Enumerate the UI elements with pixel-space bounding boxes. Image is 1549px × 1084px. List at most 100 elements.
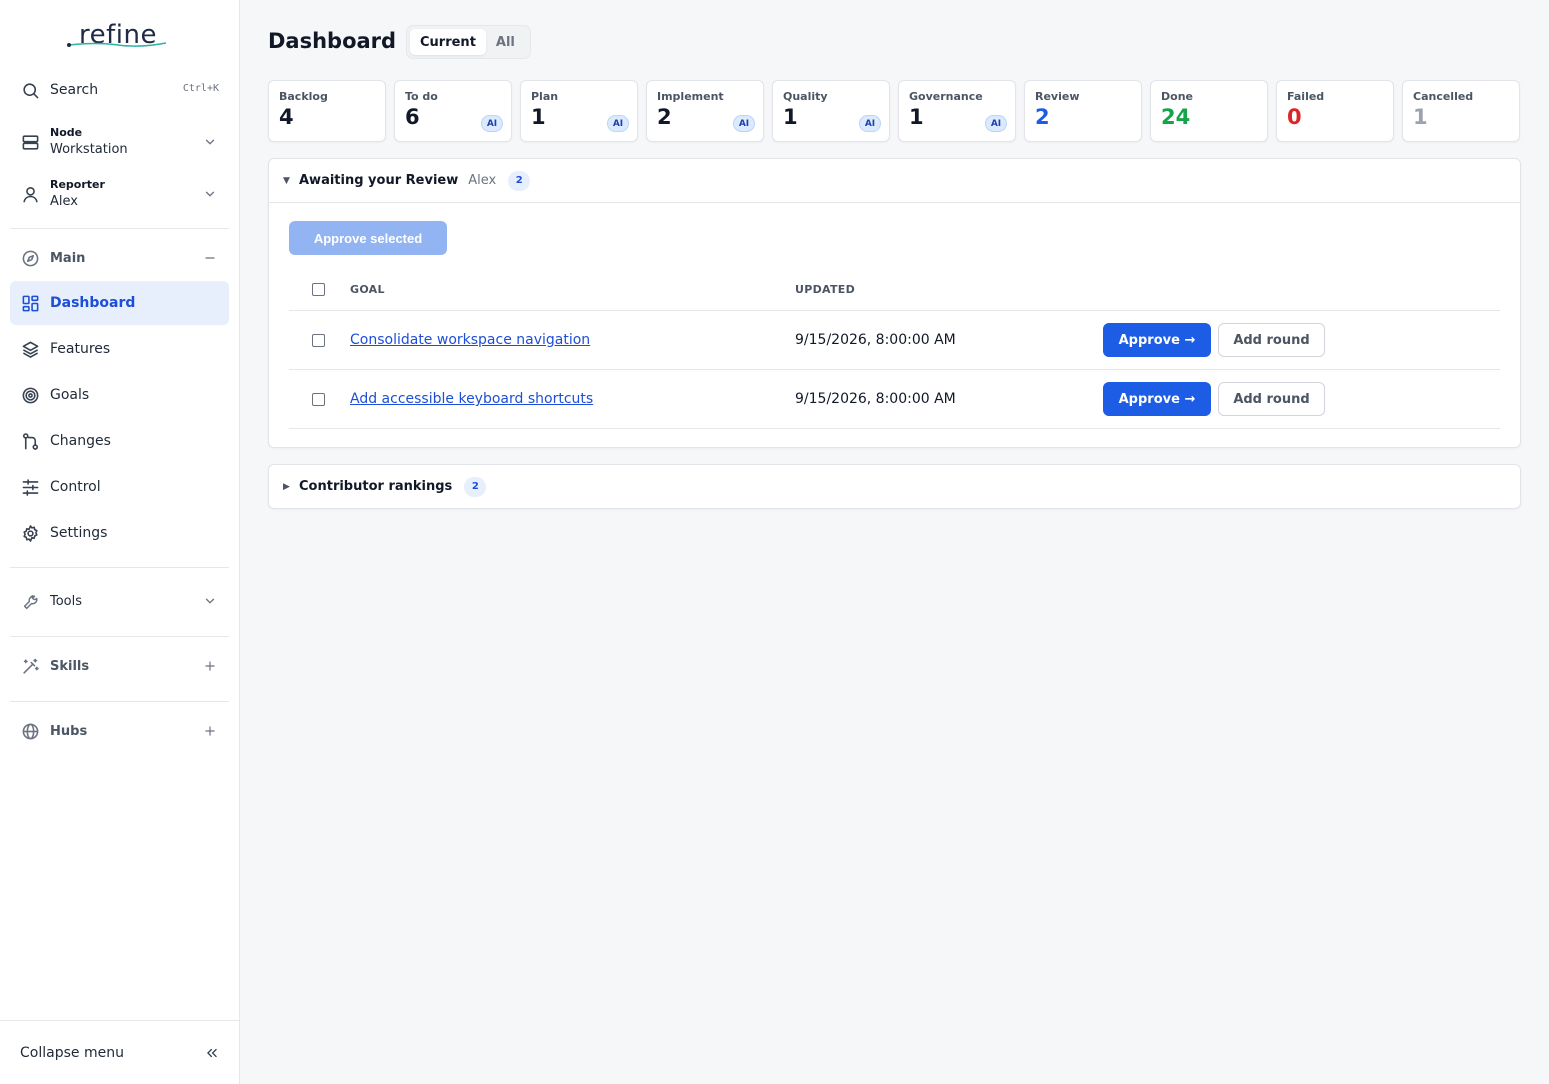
goal-link[interactable]: Add accessible keyboard shortcuts xyxy=(350,391,593,407)
sidebar: refine Search Ctrl+K Node Workstation Re… xyxy=(0,0,240,1084)
review-count-badge: 2 xyxy=(508,170,531,191)
rankings-count-badge: 2 xyxy=(464,476,487,497)
ai-badge: AI xyxy=(859,115,881,132)
row-checkbox[interactable] xyxy=(312,333,325,347)
approve-selected-button[interactable]: Approve selected xyxy=(289,221,447,255)
target-icon xyxy=(20,385,40,405)
table-header: GOAL UPDATED xyxy=(289,269,1500,311)
status-card-failed[interactable]: Failed 0 xyxy=(1276,80,1394,142)
chevron-down-icon xyxy=(205,598,215,604)
status-card-governance[interactable]: Governance 1 AI xyxy=(898,80,1016,142)
status-card-implement[interactable]: Implement 2 AI xyxy=(646,80,764,142)
server-icon xyxy=(20,132,40,152)
review-panel-header[interactable]: ▼ Awaiting your Review Alex 2 xyxy=(269,159,1520,202)
reporter-label: Reporter xyxy=(50,178,105,191)
sidebar-item-control[interactable]: Control xyxy=(10,465,229,509)
sidebar-item-changes[interactable]: Changes xyxy=(10,419,229,463)
refine-logo[interactable]: refine xyxy=(66,18,170,52)
add-round-button[interactable]: Add round xyxy=(1218,323,1325,357)
ai-badge: AI xyxy=(733,115,755,132)
status-card-plan[interactable]: Plan 1 AI xyxy=(520,80,638,142)
goal-link[interactable]: Consolidate workspace navigation xyxy=(350,332,590,348)
tools-label: Tools xyxy=(50,593,83,609)
caret-right-icon: ▶ xyxy=(283,481,290,492)
main-group-toggle[interactable]: Main xyxy=(10,245,229,271)
sidebar-item-goals[interactable]: Goals xyxy=(10,373,229,417)
git-branch-icon xyxy=(20,431,40,451)
globe-icon xyxy=(20,721,40,741)
search-button[interactable]: Search Ctrl+K xyxy=(10,77,229,103)
collapse-menu-button[interactable]: Collapse menu xyxy=(0,1020,239,1084)
divider xyxy=(10,567,229,568)
review-panel-body: Approve selected GOAL UPDATED Consolidat… xyxy=(269,202,1520,447)
status-card-label: Quality xyxy=(783,90,828,103)
magic-wand-icon xyxy=(20,656,40,676)
main-group-label: Main xyxy=(50,250,86,266)
rankings-panel-header[interactable]: ▶ Contributor rankings 2 xyxy=(269,465,1520,508)
node-label: Node xyxy=(50,126,83,139)
search-label: Search xyxy=(50,82,99,98)
sidebar-item-settings[interactable]: Settings xyxy=(10,511,229,555)
status-card-count: 1 xyxy=(1413,105,1428,129)
sidebar-item-label: Settings xyxy=(50,525,108,541)
table-row: Consolidate workspace navigation 9/15/20… xyxy=(289,311,1500,370)
review-panel: ▼ Awaiting your Review Alex 2 Approve se… xyxy=(268,158,1521,448)
add-hub-icon[interactable] xyxy=(203,724,217,738)
wrench-icon xyxy=(20,591,40,611)
approve-button[interactable]: Approve → xyxy=(1103,382,1211,416)
status-card-quality[interactable]: Quality 1 AI xyxy=(772,80,890,142)
add-round-button[interactable]: Add round xyxy=(1218,382,1325,416)
chevron-down-icon xyxy=(205,191,215,197)
skills-label: Skills xyxy=(50,658,90,674)
scope-option-all[interactable]: All xyxy=(486,29,525,55)
tools-group-toggle[interactable]: Tools xyxy=(10,588,229,614)
sidebar-item-label: Features xyxy=(50,341,111,357)
column-header-updated: UPDATED xyxy=(795,283,856,296)
status-card-count: 24 xyxy=(1161,105,1191,129)
collapse-menu-label: Collapse menu xyxy=(20,1044,124,1061)
status-card-label: Cancelled xyxy=(1413,90,1474,103)
approve-button[interactable]: Approve → xyxy=(1103,323,1211,357)
status-cards: Backlog 4 To do 6 AI Plan 1 AI Implement 2 AI Quali… xyxy=(268,80,1520,142)
status-card-done[interactable]: Done 24 xyxy=(1150,80,1268,142)
search-icon xyxy=(20,80,40,100)
divider xyxy=(10,228,229,229)
compass-icon xyxy=(20,248,40,268)
status-card-count: 2 xyxy=(1035,105,1050,129)
sidebar-item-label: Dashboard xyxy=(50,295,136,311)
rankings-panel: ▶ Contributor rankings 2 xyxy=(268,464,1521,509)
divider xyxy=(10,636,229,637)
select-all-checkbox[interactable] xyxy=(312,283,325,296)
status-card-backlog[interactable]: Backlog 4 xyxy=(268,80,386,142)
status-card-to-do[interactable]: To do 6 AI xyxy=(394,80,512,142)
updated-timestamp: 9/15/2026, 8:00:00 AM xyxy=(795,332,956,348)
sidebar-item-label: Control xyxy=(50,479,101,495)
hubs-label: Hubs xyxy=(50,723,88,739)
ai-badge: AI xyxy=(607,115,629,132)
user-icon xyxy=(20,184,40,204)
minus-icon xyxy=(205,257,215,259)
gear-icon xyxy=(20,523,40,543)
sidebar-item-features[interactable]: Features xyxy=(10,327,229,371)
caret-down-icon: ▼ xyxy=(283,175,290,186)
updated-timestamp: 9/15/2026, 8:00:00 AM xyxy=(795,391,956,407)
row-checkbox[interactable] xyxy=(312,392,325,406)
scope-toggle: Current All xyxy=(406,25,531,59)
scope-option-current[interactable]: Current xyxy=(410,29,486,55)
ai-badge: AI xyxy=(985,115,1007,132)
layers-icon xyxy=(20,339,40,359)
column-header-goal: GOAL xyxy=(350,283,385,296)
status-card-review[interactable]: Review 2 xyxy=(1024,80,1142,142)
status-card-count: 4 xyxy=(279,105,294,129)
sidebar-item-dashboard[interactable]: Dashboard xyxy=(10,281,229,325)
chevron-down-icon xyxy=(205,139,215,145)
status-card-label: Governance xyxy=(909,90,983,103)
sliders-icon xyxy=(20,477,40,497)
sidebar-item-label: Goals xyxy=(50,387,90,403)
reporter-selector[interactable]: Reporter Alex xyxy=(10,174,229,214)
review-table: GOAL UPDATED Consolidate workspace navig… xyxy=(289,269,1500,429)
status-card-cancelled[interactable]: Cancelled 1 xyxy=(1402,80,1520,142)
grid-icon xyxy=(20,293,40,313)
add-skill-icon[interactable] xyxy=(203,659,217,673)
node-selector[interactable]: Node Workstation xyxy=(10,122,229,162)
